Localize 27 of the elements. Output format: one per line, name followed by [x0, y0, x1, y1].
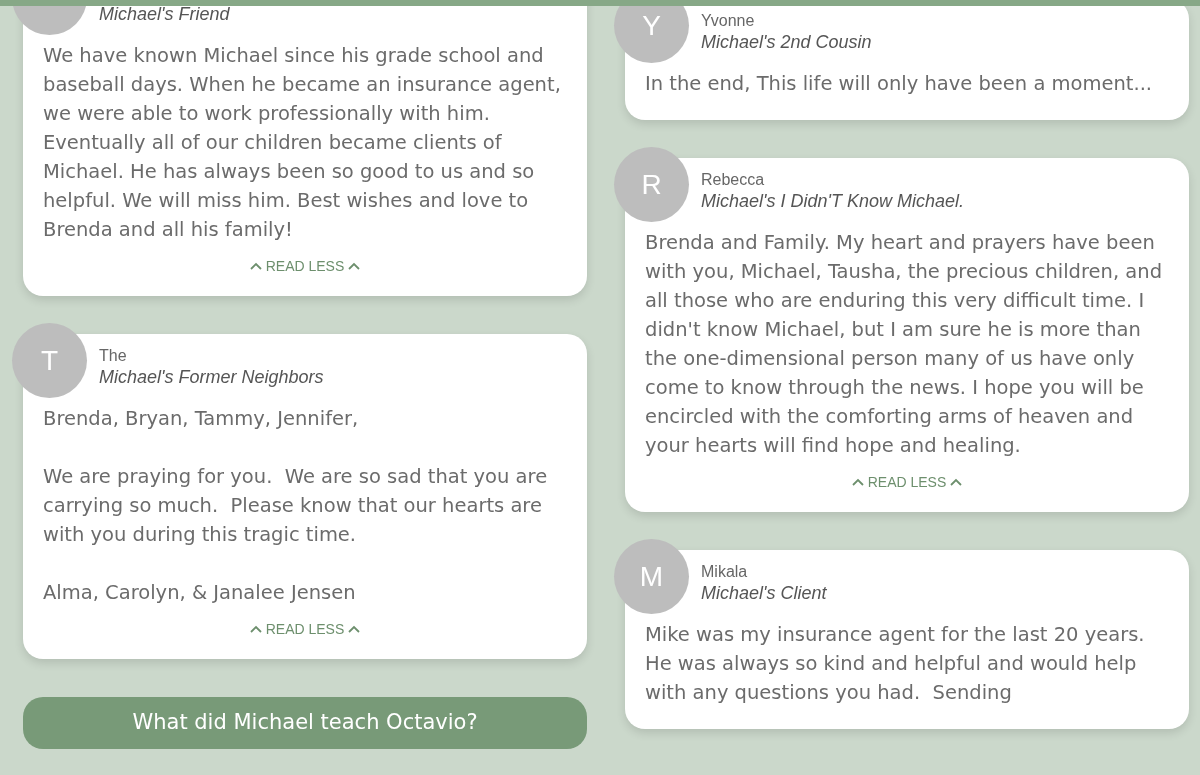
author-relation: Michael's Former Neighbors: [99, 366, 324, 388]
message-text: Brenda, Bryan, Tammy, Jennifer, We are praying for you. We are so sad that you are carrying so much. Please know that our hearts are with you during this tragic time. Alma, Carolyn, & Janalee Jensen: [43, 406, 549, 606]
message-text: Brenda and Family. My heart and prayers have been with you, Michael, Tausha, the precious children, and all those who are enduring this very difficult time. I didn't know Michael, but I am sure he is more than the one-dimensional person many of us have only come to know through the news. I hope you will be encircled with the comforting arms of heaven and your hearts will find hope and healing.: [645, 230, 1163, 459]
chevron-up-icon: [348, 262, 361, 270]
author-name: Rebecca: [701, 170, 766, 190]
chevron-up-icon: [950, 478, 963, 486]
avatar: T: [12, 323, 87, 398]
author-name: Yvonne: [701, 11, 756, 31]
author-relation: Michael's Client: [701, 582, 827, 604]
read-less-button[interactable]: READ LESS: [249, 258, 361, 274]
message-text: We have known Michael since his grade school and baseball days. When he became an insurance agent, we were able to work professionally with him. Eventually all of our children became clients of Michael. He has always been so good to us and so helpful. We will miss him. Best wishes and love to Brenda and all his family!: [43, 43, 562, 243]
chevron-up-icon: [249, 262, 262, 270]
question-button[interactable]: What did Michael teach Octavio?: [23, 697, 587, 749]
message-text: In the end, This life will only have been a moment...: [645, 71, 1154, 97]
author-name: The: [99, 346, 128, 366]
author-relation: Michael's Friend: [99, 3, 230, 25]
author-name: Mikala: [701, 562, 749, 582]
author-relation: Michael's I Didn'T Know Michael.: [701, 190, 964, 212]
chevron-up-icon: [249, 625, 262, 633]
message-text: Mike was my insurance agent for the last 20 years. He was always so kind and helpful and would help with any questions you had. Sending: [645, 622, 1146, 706]
avatar: M: [614, 539, 689, 614]
read-less-button[interactable]: READ LESS: [851, 474, 963, 490]
avatar: R: [614, 147, 689, 222]
chevron-up-icon: [851, 478, 864, 486]
chevron-up-icon: [348, 625, 361, 633]
author-relation: Michael's 2nd Cousin: [701, 31, 872, 53]
read-less-button[interactable]: READ LESS: [249, 621, 361, 637]
